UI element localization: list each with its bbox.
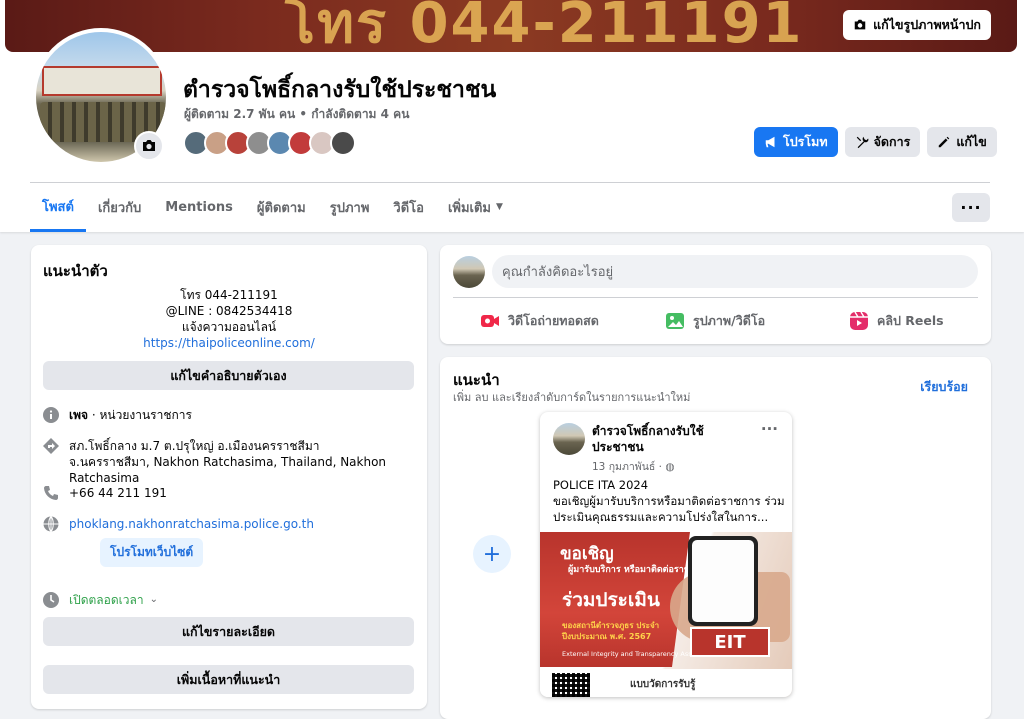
bio-line: โทร 044-211191 [180, 288, 278, 302]
edit-details-button[interactable]: แก้ไขรายละเอียด [43, 617, 414, 646]
edit-bio-button[interactable]: แก้ไขคำอธิบายตัวเอง [43, 361, 414, 390]
tab-followers[interactable]: ผู้ติดตาม [245, 184, 318, 230]
live-video-button[interactable]: วิดีโอถ่ายทอดสด [480, 309, 599, 333]
tab-photos[interactable]: รูปภาพ [318, 184, 382, 230]
done-button[interactable]: เรียบร้อย [920, 377, 968, 397]
image-scan-text: แบบวัดการรับรู้ [630, 679, 696, 690]
image-phone [688, 536, 758, 626]
avatar-building [42, 66, 162, 96]
manage-button[interactable]: จัดการ [844, 127, 921, 157]
tools-icon [856, 136, 868, 149]
edit-label: แก้ไข [956, 134, 987, 149]
composer-divider [453, 297, 978, 298]
image-org-text: ของสถานีตำรวจภูธร ประจำปีงบประมาณ พ.ศ. 2… [562, 621, 660, 641]
caret-down-icon: ▼ [496, 202, 503, 212]
image-sub-text: ผู้มารับบริการ หรือมาติดต่อราชการ [568, 565, 706, 575]
live-video-icon [481, 315, 499, 327]
reels-label: คลิป Reels [877, 313, 944, 328]
page-actions: โปรโมท จัดการ แก้ไข [754, 127, 997, 157]
update-avatar-button[interactable] [134, 131, 164, 161]
page-tabs: โพสต์ เกี่ยวกับ Mentions ผู้ติดตาม รูปภา… [30, 184, 515, 232]
camera-icon [143, 140, 155, 151]
post-author[interactable]: ตำรวจโพธิ์กลางรับใช้ประชาชน [592, 423, 742, 455]
phone-text: +66 44 211 191 [69, 486, 167, 500]
header-divider [30, 182, 990, 183]
pencil-icon [939, 136, 950, 148]
hours-text: เปิดตลอดเวลา [69, 593, 144, 607]
tab-more[interactable]: เพิ่มเติม ▼ [436, 184, 515, 230]
more-options-button[interactable]: ··· [952, 193, 990, 222]
intro-title: แนะนำตัว [43, 262, 108, 280]
address-text: สภ.โพธิ์กลาง ม.7 ต.ปรุใหญ่ อ.เมืองนครราช… [69, 439, 387, 485]
hours-row[interactable]: เปิดตลอดเวลา ⌄ [43, 592, 158, 608]
cover-text: โทร 044-211191 [285, 0, 804, 52]
page-type-row: เพจ · หน่วยงานราชการ [43, 407, 192, 423]
featured-subtitle: เพิ่ม ลบ และเรียงลำดับการ์ดในรายการแนะนำ… [453, 391, 691, 404]
reels-button[interactable]: คลิป Reels [849, 309, 944, 333]
composer-input[interactable]: คุณกำลังคิดอะไรอยู่ [492, 255, 978, 288]
website-link[interactable]: phoklang.nakhonratchasima.police.go.th [69, 516, 314, 532]
photo-video-label: รูปภาพ/วิดีโอ [693, 313, 766, 328]
promote-button[interactable]: โปรโมท [754, 127, 838, 157]
address-row: สภ.โพธิ์กลาง ม.7 ต.ปรุใหญ่ อ.เมืองนครราช… [43, 438, 393, 486]
reels-icon [850, 311, 868, 330]
add-featured-button[interactable]: เพิ่มเนื้อหาที่แนะนำ [43, 665, 414, 694]
page-type-category: · หน่วยงานราชการ [88, 408, 192, 422]
page-header: โทร 044-211191 แก้ไขรูปภาพหน้าปก ตำรวจโพ… [0, 0, 1024, 232]
info-icon [43, 407, 59, 423]
page-title: ตำรวจโพธิ์กลางรับใช้ประชาชน [183, 77, 497, 103]
promote-label: โปรโมท [783, 134, 828, 149]
tab-more-label: เพิ่มเติม [447, 200, 492, 216]
tab-posts[interactable]: โพสต์ [30, 184, 86, 232]
edit-button[interactable]: แก้ไข [927, 127, 997, 157]
post-date-text: 13 กุมภาพันธ์ · [592, 461, 662, 473]
post-options-button[interactable]: ··· [761, 420, 778, 438]
globe-icon [43, 516, 59, 532]
camera-icon [854, 19, 866, 30]
chevron-down-icon: ⌄ [149, 594, 158, 605]
phone-icon [44, 486, 58, 500]
clock-icon [43, 592, 59, 608]
tab-videos[interactable]: วิดีโอ [381, 184, 436, 230]
post-author-avatar[interactable] [553, 423, 585, 455]
cover-photo[interactable]: โทร 044-211191 แก้ไขรูปภาพหน้าปก [5, 0, 1017, 52]
intro-card: แนะนำตัว โทร 044-211191 @LINE : 08425344… [31, 245, 427, 709]
bio-line: แจ้งความออนไลน์ [181, 320, 277, 334]
tab-about[interactable]: เกี่ยวกับ [86, 184, 153, 230]
qr-code-icon [552, 673, 590, 697]
photo-video-button[interactable]: รูปภาพ/วิดีโอ [665, 309, 765, 333]
follower-stats[interactable]: ผู้ติดตาม 2.7 พัน คน • กำลังติดตาม 4 คน [184, 105, 409, 124]
megaphone-icon [765, 136, 775, 148]
bio-line: @LINE : 0842534418 [165, 304, 293, 318]
website-row: phoklang.nakhonratchasima.police.go.th [43, 516, 314, 532]
promote-website-button[interactable]: โปรโมทเว็บไซต์ [100, 538, 204, 567]
image-eval-text: ร่วมประเมิน [562, 589, 660, 611]
image-eit-badge: EIT [690, 627, 770, 657]
composer-avatar[interactable] [453, 256, 485, 288]
post-image[interactable]: ขอเชิญ ผู้มารับบริการ หรือมาติดต่อราชการ… [540, 532, 792, 697]
post-composer: คุณกำลังคิดอะไรอยู่ วิดีโอถ่ายทอดสด รูปภ… [440, 245, 991, 344]
featured-post[interactable]: ตำรวจโพธิ์กลางรับใช้ประชาชน 13 กุมภาพันธ… [540, 412, 792, 697]
post-text-line: ขอเชิญผู้มารับบริการหรือมาติดต่อราชการ ร… [553, 494, 785, 524]
direction-icon [43, 438, 59, 454]
edit-cover-label: แก้ไขรูปภาพหน้าปก [873, 17, 981, 32]
edit-cover-button[interactable]: แก้ไขรูปภาพหน้าปก [843, 10, 991, 40]
follower-avatars[interactable] [183, 130, 356, 156]
add-featured-plus-button[interactable]: + [473, 535, 511, 573]
featured-card: แนะนำ เพิ่ม ลบ และเรียงลำดับการ์ดในรายกา… [440, 357, 991, 719]
image-bottom-strip: แบบวัดการรับรู้ [540, 669, 792, 697]
post-date[interactable]: 13 กุมภาพันธ์ · ◍ [592, 458, 675, 475]
phone-row: +66 44 211 191 [43, 485, 167, 501]
page-type-bold: เพจ [69, 408, 89, 422]
follower-avatar[interactable] [330, 130, 356, 156]
live-video-label: วิดีโอถ่ายทอดสด [508, 313, 599, 328]
post-text: POLICE ITA 2024 ขอเชิญผู้มารับบริการหรือ… [553, 477, 788, 525]
manage-label: จัดการ [873, 134, 911, 149]
globe-icon: ◍ [665, 461, 675, 473]
post-text-line: POLICE ITA 2024 [553, 478, 649, 492]
tab-mentions[interactable]: Mentions [153, 184, 245, 230]
photo-icon [666, 313, 684, 329]
bio-link[interactable]: https://thaipoliceonline.com/ [143, 336, 315, 350]
